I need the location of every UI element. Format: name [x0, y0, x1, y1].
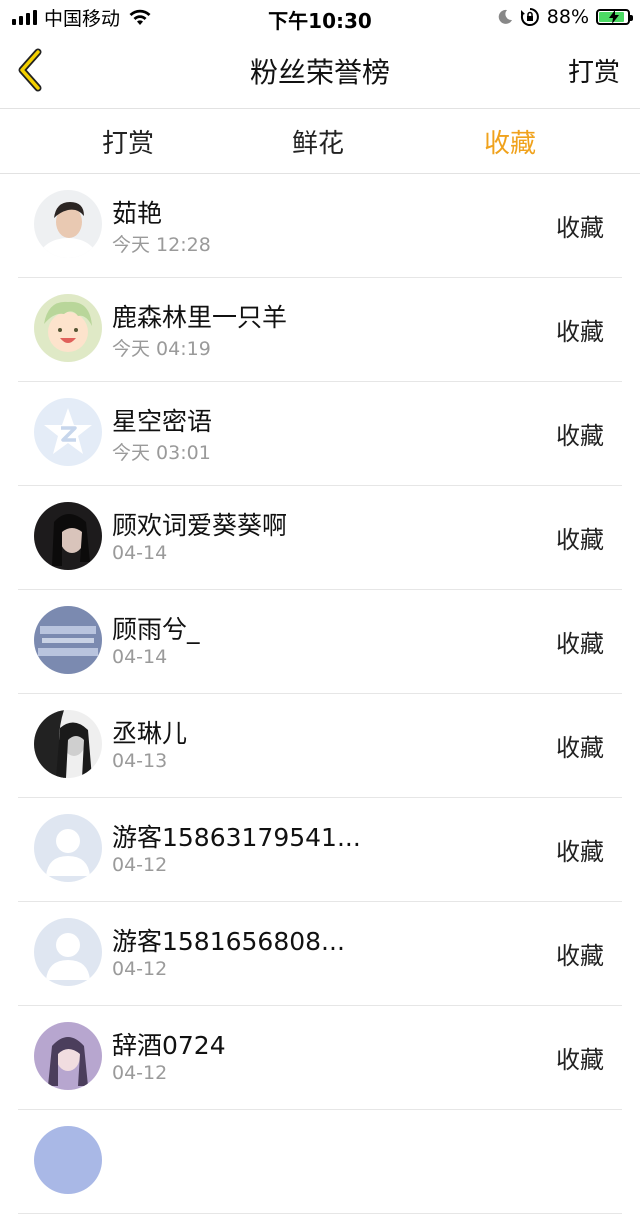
- avatar: [34, 1022, 102, 1090]
- item-time: 04-14: [112, 646, 168, 668]
- favorite-label: 收藏: [556, 630, 604, 658]
- favorite-label: 收藏: [556, 526, 604, 554]
- item-time: 今天 03:01: [112, 442, 211, 464]
- user-name: 游客15863179541...: [112, 823, 361, 852]
- moon-icon: [498, 9, 512, 24]
- favorite-label: 收藏: [556, 318, 604, 346]
- avatar: [34, 502, 102, 570]
- item-time: 04-12: [112, 854, 168, 876]
- avatar: [34, 398, 102, 466]
- nav-bar: 粉丝荣誉榜 打赏: [0, 34, 640, 109]
- status-right: 88%: [497, 5, 633, 29]
- item-time: 04-14: [112, 542, 168, 564]
- list-item[interactable]: 丞琳儿 04-13 收藏: [0, 694, 640, 798]
- favorite-label: 收藏: [556, 1046, 604, 1074]
- avatar: [34, 294, 102, 362]
- user-name: 辞酒0724: [112, 1031, 226, 1060]
- favorite-label: 收藏: [556, 734, 604, 762]
- favorite-label: 收藏: [556, 422, 604, 450]
- avatar: [34, 710, 102, 778]
- default-user-icon: [34, 814, 102, 882]
- user-name: 顾欢词爱葵葵啊: [112, 511, 288, 540]
- item-time: 04-13: [112, 750, 168, 772]
- item-time: 今天 12:28: [112, 234, 211, 256]
- battery-percent: 88%: [546, 6, 589, 28]
- list-item[interactable]: 茹艳 今天 12:28 收藏: [0, 174, 640, 278]
- avatar: [34, 814, 102, 882]
- user-name: 茹艳: [112, 199, 163, 228]
- tab-favorites[interactable]: 收藏: [484, 123, 536, 160]
- user-name: 游客1581656808...: [112, 927, 345, 956]
- avatar: [34, 1126, 102, 1194]
- avatar: [34, 606, 102, 674]
- favorite-label: 收藏: [556, 214, 604, 242]
- list-item[interactable]: 星空密语 今天 03:01 收藏: [0, 382, 640, 486]
- user-name: 星空密语: [112, 407, 213, 436]
- tab-flowers[interactable]: 鲜花: [292, 123, 344, 160]
- battery-charging-icon: [596, 9, 633, 25]
- reward-button[interactable]: 打赏: [568, 52, 620, 89]
- list-item[interactable]: 顾欢词爱葵葵啊 04-14 收藏: [0, 486, 640, 590]
- item-time: 今天 04:19: [112, 338, 211, 360]
- favorite-label: 收藏: [556, 838, 604, 866]
- avatar: [34, 918, 102, 986]
- status-bar: 中国移动 下午10:30 88%: [0, 0, 640, 34]
- user-name: 丞琳儿: [112, 719, 188, 748]
- page-title: 粉丝荣誉榜: [249, 56, 390, 89]
- tab-bar: 打赏 鲜花 收藏: [0, 109, 640, 174]
- favorite-label: 收藏: [556, 942, 604, 970]
- orientation-lock-icon: [520, 8, 539, 26]
- user-name: 鹿森林里一只羊: [112, 303, 288, 332]
- list-item[interactable]: 辞酒0724 04-12 收藏: [0, 1006, 640, 1110]
- fans-list: 茹艳 今天 12:28 收藏 鹿森林里一只羊 今天 04:19 收藏 星空密语: [0, 174, 640, 1214]
- list-item[interactable]: [0, 1110, 640, 1214]
- avatar: [34, 190, 102, 258]
- list-item[interactable]: 顾雨兮_ 04-14 收藏: [0, 590, 640, 694]
- item-time: 04-12: [112, 958, 168, 980]
- item-time: 04-12: [112, 1062, 168, 1084]
- list-item[interactable]: 鹿森林里一只羊 今天 04:19 收藏: [0, 278, 640, 382]
- list-item[interactable]: 游客1581656808... 04-12 收藏: [0, 902, 640, 1006]
- user-name: 顾雨兮_: [112, 615, 200, 644]
- default-user-icon: [34, 918, 102, 986]
- list-item[interactable]: 游客15863179541... 04-12 收藏: [0, 798, 640, 902]
- tab-reward[interactable]: 打赏: [102, 123, 154, 160]
